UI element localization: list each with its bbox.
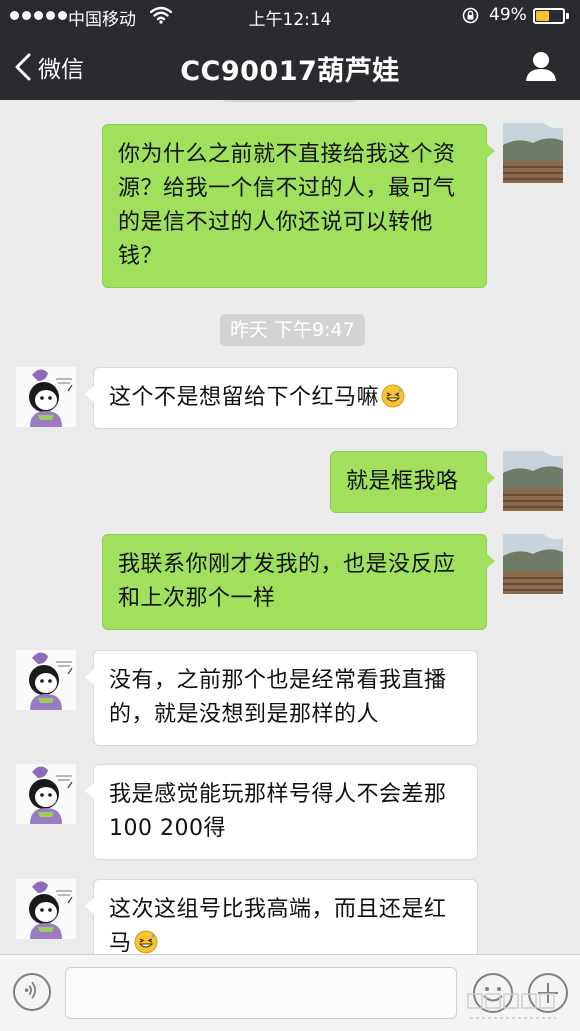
my-avatar[interactable] xyxy=(503,534,563,594)
cartoon-avatar-image xyxy=(16,764,76,824)
message-text: 这次这组号比我高端，而且还是红马 xyxy=(109,897,447,954)
chat-title: CC90017葫芦娃 xyxy=(180,56,400,87)
timestamp-partial xyxy=(222,100,358,102)
landscape-avatar-image xyxy=(503,123,563,183)
voice-button[interactable] xyxy=(13,973,51,1011)
contact-avatar[interactable] xyxy=(16,764,76,824)
rotation-lock-icon xyxy=(462,7,479,24)
message-text: 你为什么之前就不直接给我这个资源？给我一个信不过的人，最可气的是信不过的人你还说… xyxy=(118,142,456,269)
my-avatar[interactable] xyxy=(503,451,563,511)
input-bar xyxy=(0,954,580,1031)
message-text: 这个不是想留给下个红马嘛 xyxy=(109,385,380,410)
plus-icon xyxy=(538,983,558,1003)
chat-area[interactable]: 你为什么之前就不直接给我这个资源？给我一个信不过的人，最可气的是信不过的人你还说… xyxy=(0,100,580,954)
battery-percent: 49% xyxy=(489,5,527,25)
status-bar: 中国移动 上午12:14 49% xyxy=(0,0,580,32)
message-text: 我联系你刚才发我的，也是没反应和上次那个一样 xyxy=(118,552,456,611)
contact-avatar[interactable] xyxy=(16,879,76,939)
message-bubble-sent[interactable]: 就是框我咯 xyxy=(330,451,495,513)
message-text: 我是感觉能玩那样号得人不会差那100 200得 xyxy=(109,782,447,841)
battery-icon xyxy=(533,8,565,24)
message-bubble-received[interactable]: 这个不是想留给下个红马嘛 xyxy=(85,367,458,429)
my-avatar[interactable] xyxy=(503,123,563,183)
voice-icon xyxy=(24,981,37,999)
cartoon-avatar-image xyxy=(16,367,76,427)
grin-sweat-emoji-icon xyxy=(134,930,158,954)
landscape-avatar-image xyxy=(503,451,563,511)
battery-cap xyxy=(566,13,569,19)
cartoon-avatar-image xyxy=(16,650,76,710)
message-bubble-sent[interactable]: 我联系你刚才发我的，也是没反应和上次那个一样 xyxy=(102,534,495,630)
nav-bar: 微信 CC90017葫芦娃 xyxy=(0,32,580,100)
plus-button[interactable] xyxy=(528,973,568,1013)
message-text: 没有，之前那个也是经常看我直播的，就是没想到是那样的人 xyxy=(109,668,447,727)
battery-level xyxy=(536,11,549,21)
timestamp: 昨天 下午9:47 xyxy=(220,314,365,346)
top-bar: 中国移动 上午12:14 49% 微信 CC90017葫芦娃 xyxy=(0,0,580,100)
message-text: 就是框我咯 xyxy=(346,469,459,494)
message-bubble-received[interactable]: 这次这组号比我高端，而且还是红马 xyxy=(85,879,478,954)
message-input[interactable] xyxy=(65,967,457,1019)
cartoon-avatar-image xyxy=(16,879,76,939)
person-icon[interactable] xyxy=(524,50,558,82)
message-bubble-received[interactable]: 没有，之前那个也是经常看我直播的，就是没想到是那样的人 xyxy=(85,650,478,746)
message-bubble-received[interactable]: 我是感觉能玩那样号得人不会差那100 200得 xyxy=(85,764,478,860)
contact-avatar[interactable] xyxy=(16,367,76,427)
message-bubble-sent[interactable]: 你为什么之前就不直接给我这个资源？给我一个信不过的人，最可气的是信不过的人你还说… xyxy=(102,124,495,288)
smiley-icon xyxy=(483,987,503,1002)
landscape-avatar-image xyxy=(503,534,563,594)
grin-sweat-emoji-icon xyxy=(381,384,405,408)
contact-avatar[interactable] xyxy=(16,650,76,710)
emoji-button[interactable] xyxy=(473,973,513,1013)
